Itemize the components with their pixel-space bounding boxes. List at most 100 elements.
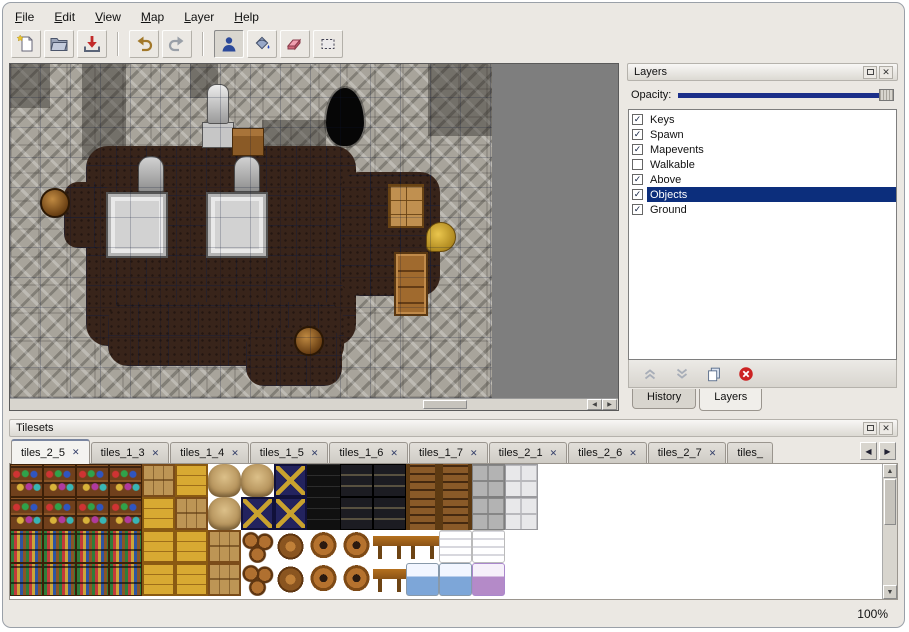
tile-crate-wood[interactable] [142, 464, 175, 497]
tab-close-icon[interactable]: ✕ [550, 449, 558, 458]
tab-close-icon[interactable]: ✕ [629, 449, 637, 458]
tile-shelf-dark[interactable] [373, 497, 406, 530]
tab-close-icon[interactable]: ✕ [152, 449, 160, 458]
tile-shelf2[interactable] [10, 530, 43, 563]
tile-shelf[interactable] [43, 464, 76, 497]
tile-shelf[interactable] [76, 497, 109, 530]
tileset-tab-tiles_1_4[interactable]: tiles_1_4✕ [170, 442, 249, 463]
tile-crate-gold[interactable] [142, 530, 175, 563]
map-horizontal-scrollbar[interactable]: ◀ ▶ [10, 398, 618, 410]
tile-crate-wood[interactable] [175, 497, 208, 530]
tile-dark[interactable] [307, 497, 340, 530]
tile-bench[interactable] [373, 563, 406, 596]
tile-shelf[interactable] [109, 497, 142, 530]
tile-empty[interactable] [505, 530, 538, 563]
tab-close-icon[interactable]: ✕ [709, 449, 717, 458]
tileset-tab-tiles[interactable]: tiles_ [727, 442, 773, 463]
tile-empty[interactable] [505, 563, 538, 596]
tile-crate-gold[interactable] [175, 563, 208, 596]
menu-help[interactable]: Help [234, 10, 259, 24]
tileset-vertical-scrollbar[interactable]: ▲ ▼ [882, 464, 897, 599]
menu-map[interactable]: Map [141, 10, 164, 24]
opacity-slider[interactable] [678, 88, 894, 102]
layer-row-above[interactable]: ✓Above [629, 172, 896, 187]
layer-visibility-checkbox[interactable]: ✓ [632, 204, 643, 215]
tab-close-icon[interactable]: ✕ [311, 449, 319, 458]
tile-stone[interactable] [472, 497, 505, 530]
tile-crate-wood[interactable] [208, 530, 241, 563]
scroll-right-button[interactable]: ▶ [602, 399, 617, 410]
tile-crate-wood[interactable] [208, 563, 241, 596]
tab-close-icon[interactable]: ✕ [72, 448, 80, 457]
tile-stone[interactable] [472, 464, 505, 497]
tile-shelf-dark[interactable] [373, 464, 406, 497]
tile-sack[interactable] [208, 497, 241, 530]
tile-stone-white[interactable] [505, 497, 538, 530]
tile-bench[interactable] [373, 530, 406, 563]
tile-shelf[interactable] [43, 497, 76, 530]
scroll-down-button[interactable]: ▼ [883, 585, 897, 599]
tileset-tab-tiles_2_5[interactable]: tiles_2_5✕ [11, 439, 90, 464]
layer-visibility-checkbox[interactable]: ✓ [632, 144, 643, 155]
tile-sack[interactable] [241, 464, 274, 497]
save-button[interactable] [77, 30, 107, 58]
tile-shelf2[interactable] [43, 563, 76, 596]
tile-shelf2[interactable] [109, 530, 142, 563]
tile-bench[interactable] [406, 530, 439, 563]
undo-button[interactable] [129, 30, 159, 58]
tile-crate-gold[interactable] [175, 530, 208, 563]
new-button[interactable] [11, 30, 41, 58]
tile-crate-gold[interactable] [142, 497, 175, 530]
scrollbar-thumb[interactable] [884, 479, 896, 525]
tile-barrel[interactable] [274, 563, 307, 596]
stamp-tool-button[interactable] [214, 30, 244, 58]
tileset-view[interactable]: ▲ ▼ [9, 464, 898, 600]
panel-tab-history[interactable]: History [632, 389, 696, 409]
tab-close-icon[interactable]: ✕ [231, 449, 239, 458]
tile-shelf-dark[interactable] [340, 464, 373, 497]
menu-view[interactable]: View [95, 10, 121, 24]
layer-visibility-checkbox[interactable]: ✓ [632, 189, 643, 200]
eraser-tool-button[interactable] [280, 30, 310, 58]
tile-barrels[interactable] [241, 530, 274, 563]
tab-close-icon[interactable]: ✕ [390, 449, 398, 458]
tile-rack[interactable] [439, 464, 472, 497]
tile-bed-blue[interactable] [406, 563, 439, 596]
menu-layer[interactable]: Layer [184, 10, 214, 24]
tile-rack[interactable] [439, 497, 472, 530]
lower-layer-button[interactable] [671, 363, 693, 385]
tile-stone-white[interactable] [505, 464, 538, 497]
tile-rack[interactable] [406, 497, 439, 530]
tileset-tab-tiles_2_7[interactable]: tiles_2_7✕ [648, 442, 727, 463]
tab-close-icon[interactable]: ✕ [470, 449, 478, 458]
tile-bed-white[interactable] [472, 530, 505, 563]
tile-shelf2[interactable] [76, 530, 109, 563]
tile-barrels[interactable] [241, 563, 274, 596]
tileset-tab-tiles_1_5[interactable]: tiles_1_5✕ [250, 442, 329, 463]
fill-tool-button[interactable] [247, 30, 277, 58]
scroll-left-button[interactable]: ◀ [587, 399, 602, 410]
layer-list[interactable]: ✓Keys✓Spawn✓MapeventsWalkable✓Above✓Obje… [628, 109, 897, 360]
layer-row-objects[interactable]: ✓Objects [629, 187, 896, 202]
float-panel-button[interactable] [863, 66, 877, 79]
tile-shelf[interactable] [109, 464, 142, 497]
panel-tab-layers[interactable]: Layers [699, 389, 762, 411]
layer-row-spawn[interactable]: ✓Spawn [629, 127, 896, 142]
layer-row-keys[interactable]: ✓Keys [629, 112, 896, 127]
tile-shelf2[interactable] [76, 563, 109, 596]
tile-barrel[interactable] [274, 530, 307, 563]
float-panel-button[interactable] [863, 422, 877, 435]
tile-bed-purple[interactable] [472, 563, 505, 596]
open-button[interactable] [44, 30, 74, 58]
menu-edit[interactable]: Edit [54, 10, 75, 24]
tab-scroll-left-button[interactable]: ◀ [860, 442, 877, 460]
close-panel-button[interactable]: ✕ [879, 422, 893, 435]
layer-visibility-checkbox[interactable] [632, 159, 643, 170]
tile-pot[interactable] [340, 563, 373, 596]
tile-shelf2[interactable] [43, 530, 76, 563]
layer-row-walkable[interactable]: Walkable [629, 157, 896, 172]
duplicate-layer-button[interactable] [703, 363, 725, 385]
tile-crate-gold[interactable] [142, 563, 175, 596]
redo-button[interactable] [162, 30, 192, 58]
layer-row-mapevents[interactable]: ✓Mapevents [629, 142, 896, 157]
